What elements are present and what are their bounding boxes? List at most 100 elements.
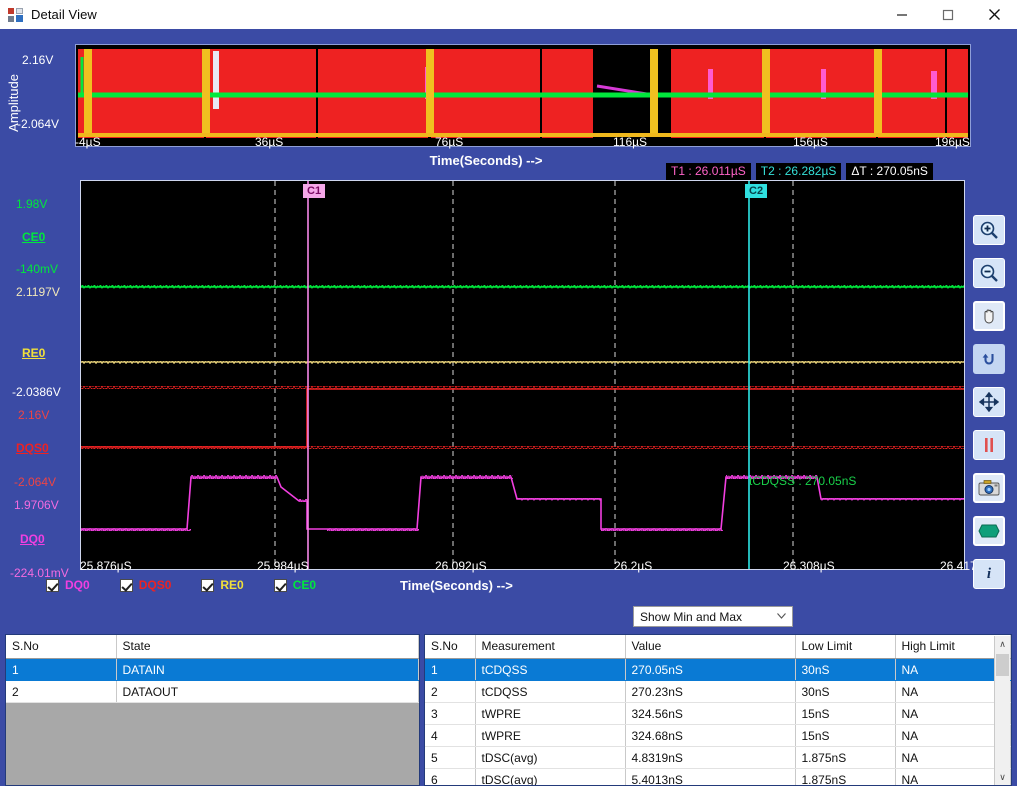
signal-label-ce0[interactable]: CE0	[22, 230, 45, 244]
info-button[interactable]: i	[973, 559, 1005, 589]
checkbox-dqs0[interactable]	[120, 579, 133, 592]
camera-icon	[978, 479, 1000, 497]
checkbox-dq0[interactable]	[46, 579, 59, 592]
overview-x-axis: -4µS 36µS 76µS 116µS 156µS 196µS	[75, 135, 971, 153]
window-title: Detail View	[31, 7, 97, 22]
meas-cell-sno: 1	[425, 659, 475, 681]
detail-tick-2: 26.092µS	[435, 559, 487, 573]
meas-col-sno[interactable]: S.No	[425, 635, 475, 659]
ce0-min-value: -140mV	[16, 262, 58, 276]
info-icon: i	[987, 566, 991, 583]
chart-toolbar: i	[973, 215, 1005, 602]
undo-icon	[980, 350, 998, 368]
close-button[interactable]	[971, 0, 1017, 29]
dqs0-max-value: 2.16V	[18, 408, 49, 422]
scrollbar-thumb[interactable]	[996, 654, 1009, 676]
signal-toggle-dq0[interactable]: DQ0	[46, 578, 90, 592]
overview-y-min: -2.064V	[17, 117, 59, 131]
meas-cell-name: tWPRE	[475, 703, 625, 725]
state-table-header-row: S.No State	[6, 635, 419, 659]
chevron-down-icon	[777, 611, 786, 622]
meas-cell-name: tDSC(avg)	[475, 747, 625, 769]
measurement-table-header-row: S.No Measurement Value Low Limit High Li…	[425, 635, 1011, 659]
meas-cell-value: 270.05nS	[625, 659, 795, 681]
state-cell-state: DATAOUT	[116, 681, 419, 703]
meas-cell-name: tDSC(avg)	[475, 769, 625, 786]
minimize-button[interactable]	[879, 0, 925, 29]
zoom-in-icon	[979, 220, 999, 240]
cursors-icon	[980, 436, 998, 454]
zoom-out-button[interactable]	[973, 258, 1005, 288]
detail-waveform	[81, 181, 964, 569]
signal-label-re0[interactable]: RE0	[22, 346, 45, 360]
overview-tick-4: 156µS	[793, 135, 828, 149]
pan-hand-icon	[980, 307, 998, 325]
checkbox-ce0[interactable]	[274, 579, 287, 592]
checkbox-re0[interactable]	[201, 579, 214, 592]
move-button[interactable]	[973, 387, 1005, 417]
meas-col-name[interactable]: Measurement	[475, 635, 625, 659]
detail-plot[interactable]: C1 C2 tCDQSS : 270.05nS	[80, 180, 965, 570]
state-col-sno[interactable]: S.No	[6, 635, 116, 659]
cursor-t1-readout: T1 : 26.011µS	[666, 163, 751, 180]
meas-cell-name: tCDQSS	[475, 681, 625, 703]
display-mode-dropdown[interactable]: Show Min and Max	[633, 606, 793, 627]
window-controls	[879, 0, 1017, 29]
pan-button[interactable]	[973, 301, 1005, 331]
table-row[interactable]: 1 DATAIN	[6, 659, 419, 681]
meas-col-low[interactable]: Low Limit	[795, 635, 895, 659]
state-table-panel: S.No State 1 DATAIN 2 DATAOUT	[5, 634, 420, 786]
meas-cell-sno: 3	[425, 703, 475, 725]
signal-label-dq0[interactable]: DQ0	[20, 532, 45, 546]
cursor-c2-flag[interactable]: C2	[745, 184, 767, 198]
table-row[interactable]: 2 DATAOUT	[6, 681, 419, 703]
table-row[interactable]: 6 tDSC(avg) 5.4013nS 1.875nS NA	[425, 769, 1011, 786]
scroll-down-icon[interactable]: ∨	[995, 769, 1010, 786]
overview-plot[interactable]	[75, 44, 971, 147]
table-row[interactable]: 5 tDSC(avg) 4.8319nS 1.875nS NA	[425, 747, 1011, 769]
detail-tick-1: 25.984µS	[257, 559, 309, 573]
title-bar: Detail View	[0, 0, 1017, 30]
table-row[interactable]: 4 tWPRE 324.68nS 15nS NA	[425, 725, 1011, 747]
maximize-button[interactable]	[925, 0, 971, 29]
cursors-button[interactable]	[973, 430, 1005, 460]
meas-col-value[interactable]: Value	[625, 635, 795, 659]
table-row[interactable]: 2 tCDQSS 270.23nS 30nS NA	[425, 681, 1011, 703]
overview-tick-1: 36µS	[255, 135, 283, 149]
checkbox-label-re0: RE0	[220, 578, 243, 592]
signal-toggle-dqs0[interactable]: DQS0	[120, 578, 172, 592]
zoom-in-button[interactable]	[973, 215, 1005, 245]
signal-toggle-ce0[interactable]: CE0	[274, 578, 316, 592]
measurement-table-scrollbar[interactable]: ∧ ∨	[994, 636, 1010, 786]
detail-x-axis-label: Time(Seconds) -->	[400, 578, 513, 593]
measurement-table: S.No Measurement Value Low Limit High Li…	[425, 635, 1011, 786]
snapshot-button[interactable]	[973, 473, 1005, 503]
state-col-state[interactable]: State	[116, 635, 419, 659]
meas-cell-sno: 2	[425, 681, 475, 703]
meas-cell-value: 4.8319nS	[625, 747, 795, 769]
meas-cell-low: 30nS	[795, 681, 895, 703]
meas-cell-low: 15nS	[795, 725, 895, 747]
meas-cell-name: tCDQSS	[475, 659, 625, 681]
table-row[interactable]: 3 tWPRE 324.56nS 15nS NA	[425, 703, 1011, 725]
ce0-max-value: 1.98V	[16, 197, 47, 211]
state-cell-sno: 2	[6, 681, 116, 703]
overview-tick-2: 76µS	[435, 135, 463, 149]
scroll-up-icon[interactable]: ∧	[995, 636, 1010, 653]
marker-button[interactable]	[973, 516, 1005, 546]
table-row[interactable]: 1 tCDQSS 270.05nS 30nS NA	[425, 659, 1011, 681]
detail-tick-3: 26.2µS	[614, 559, 652, 573]
undo-zoom-button[interactable]	[973, 344, 1005, 374]
detail-x-axis: 25.876µS 25.984µS 26.092µS 26.2µS 26.308…	[80, 559, 970, 575]
overview-tick-5: 196µS	[935, 135, 970, 149]
state-cell-sno: 1	[6, 659, 116, 681]
overview-waveform	[76, 45, 970, 146]
checkbox-label-ce0: CE0	[293, 578, 316, 592]
signal-toggle-re0[interactable]: RE0	[201, 578, 243, 592]
signal-label-dqs0[interactable]: DQS0	[16, 441, 49, 455]
app-icon	[8, 7, 24, 23]
window-body: Amplitude 2.16V -2.064V	[0, 29, 1017, 760]
detail-tick-0: 25.876µS	[80, 559, 132, 573]
cursor-c1-flag[interactable]: C1	[303, 184, 325, 198]
dq0-max-value: 1.9706V	[14, 498, 59, 512]
